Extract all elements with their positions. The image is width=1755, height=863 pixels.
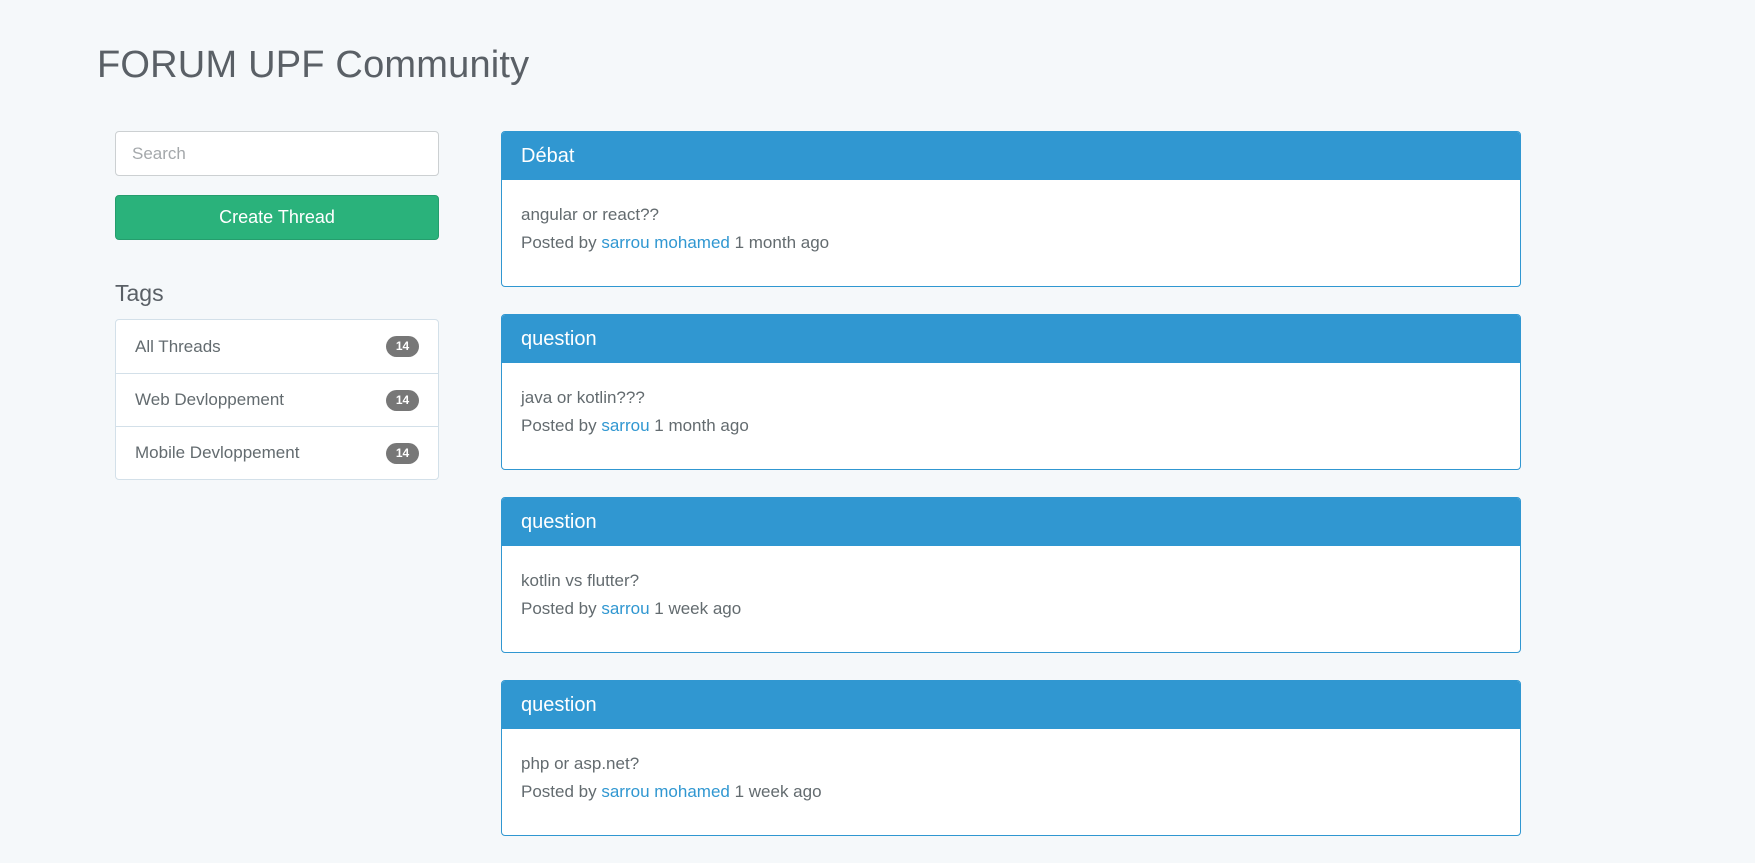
thread-time: 1 month ago: [734, 233, 830, 252]
create-thread-button[interactable]: Create Thread: [115, 195, 439, 240]
tag-count-badge: 14: [386, 442, 419, 464]
thread-title[interactable]: kotlin vs flutter?: [521, 567, 1501, 595]
posted-by-label: Posted by: [521, 233, 597, 252]
thread-meta: Posted by sarrou 1 month ago: [521, 412, 1501, 440]
thread-time: 1 month ago: [654, 416, 749, 435]
thread-tag-heading: Débat: [502, 132, 1520, 180]
author-link[interactable]: sarrou: [601, 416, 649, 435]
tag-list: All Threads 14 Web Devloppement 14 Mobil…: [115, 319, 439, 480]
thread-body: kotlin vs flutter? Posted by sarrou 1 we…: [502, 546, 1520, 623]
thread-time: 1 week ago: [654, 599, 742, 618]
tag-label: Web Devloppement: [135, 390, 284, 409]
posted-by-label: Posted by: [521, 416, 597, 435]
thread-tag-heading: question: [502, 315, 1520, 363]
thread-tag-heading: question: [502, 498, 1520, 546]
thread-card: question kotlin vs flutter? Posted by sa…: [501, 497, 1521, 653]
thread-card: question java or kotlin??? Posted by sar…: [501, 314, 1521, 470]
author-link[interactable]: sarrou mohamed: [601, 782, 730, 801]
thread-title[interactable]: php or asp.net?: [521, 750, 1501, 778]
thread-meta: Posted by sarrou mohamed 1 week ago: [521, 778, 1501, 806]
thread-body: angular or react?? Posted by sarrou moha…: [502, 180, 1520, 257]
thread-body: java or kotlin??? Posted by sarrou 1 mon…: [502, 363, 1520, 440]
thread-card: Débat angular or react?? Posted by sarro…: [501, 131, 1521, 287]
tag-item-mobile-devloppement[interactable]: Mobile Devloppement 14: [116, 426, 438, 479]
author-link[interactable]: sarrou: [601, 599, 649, 618]
thread-list: Débat angular or react?? Posted by sarro…: [501, 131, 1521, 863]
thread-title[interactable]: angular or react??: [521, 201, 1501, 229]
tag-item-web-devloppement[interactable]: Web Devloppement 14: [116, 373, 438, 426]
author-link[interactable]: sarrou mohamed: [601, 233, 730, 252]
sidebar: Create Thread Tags All Threads 14 Web De…: [115, 131, 439, 480]
search-input[interactable]: [115, 131, 439, 176]
tag-count-badge: 14: [386, 336, 419, 357]
tag-item-all-threads[interactable]: All Threads 14: [116, 320, 438, 373]
thread-meta: Posted by sarrou mohamed 1 month ago: [521, 229, 1501, 257]
posted-by-label: Posted by: [521, 599, 597, 618]
thread-body: php or asp.net? Posted by sarrou mohamed…: [502, 729, 1520, 806]
tag-label: Mobile Devloppement: [135, 443, 300, 462]
thread-time: 1 week ago: [734, 782, 822, 801]
posted-by-label: Posted by: [521, 782, 597, 801]
tags-heading: Tags: [115, 280, 164, 306]
page-title: FORUM UPF Community: [97, 44, 530, 86]
tag-count-badge: 14: [386, 389, 419, 411]
thread-title[interactable]: java or kotlin???: [521, 384, 1501, 412]
thread-card: question php or asp.net? Posted by sarro…: [501, 680, 1521, 836]
thread-tag-heading: question: [502, 681, 1520, 729]
thread-meta: Posted by sarrou 1 week ago: [521, 595, 1501, 623]
tag-label: All Threads: [135, 336, 221, 356]
